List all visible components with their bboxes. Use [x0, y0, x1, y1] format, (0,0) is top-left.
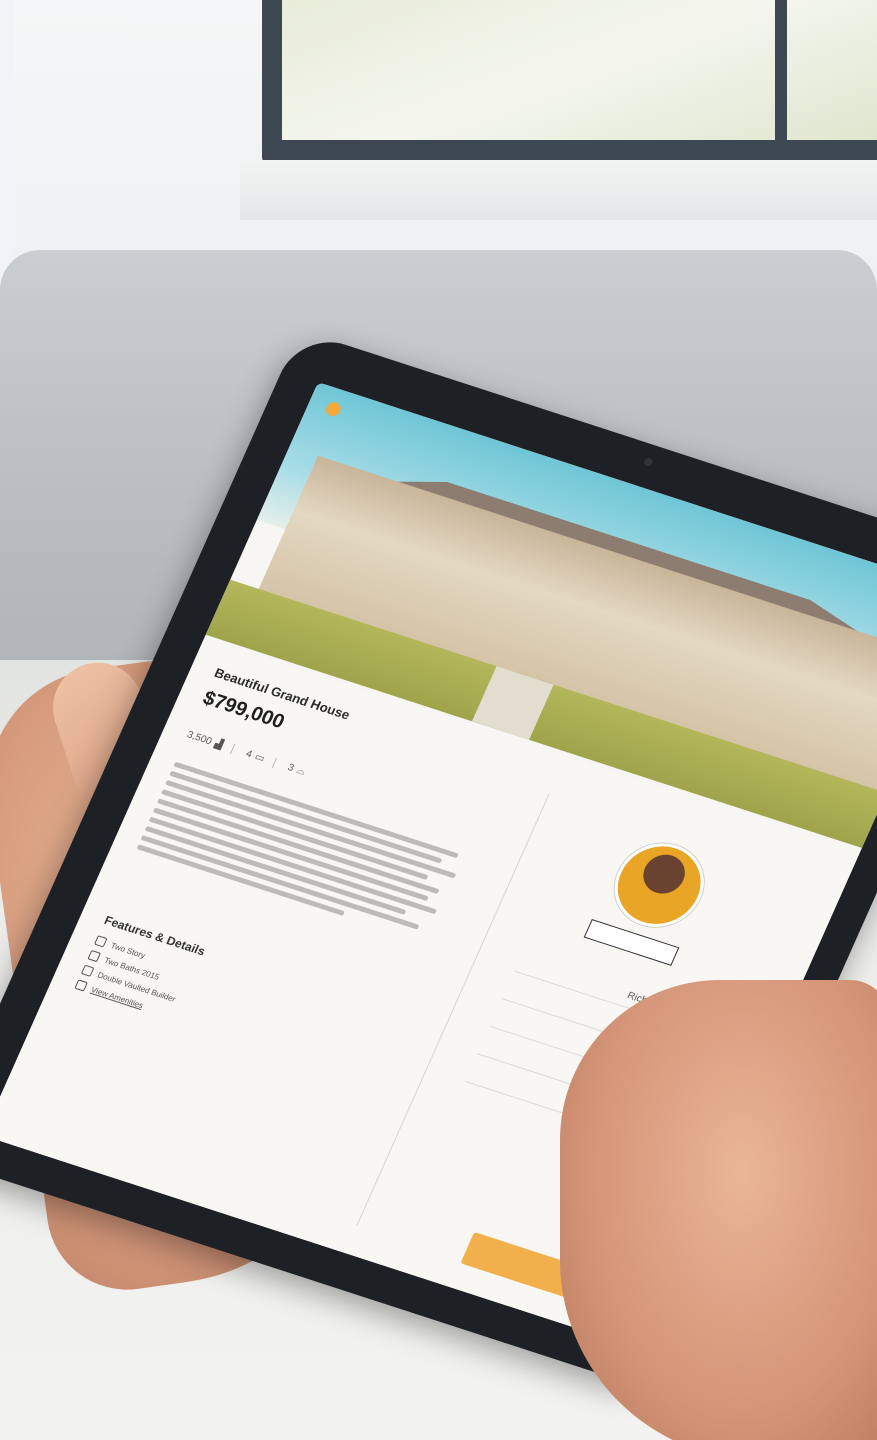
link-icon: [74, 979, 88, 992]
bath-icon: ⌓: [295, 764, 308, 778]
stat-baths-value: 3: [285, 761, 296, 774]
stat-baths: 3 ⌓: [286, 762, 317, 781]
features-list: Two Story Two Baths 2015 Double Vaulted …: [72, 935, 288, 1056]
tablet-camera: [642, 457, 654, 468]
right-hand: [560, 980, 877, 1440]
home-icon: [93, 935, 108, 948]
window-sill: [240, 160, 877, 220]
window-glass: [282, 0, 877, 140]
stat-sqft: 3,500 ▟: [185, 728, 236, 754]
listing-description: [116, 757, 472, 991]
bath-icon: [87, 949, 102, 963]
stat-beds: 4 ▭: [244, 748, 278, 768]
bed-icon: ▭: [253, 751, 267, 765]
agent-avatar: [600, 832, 718, 938]
building-icon: [80, 964, 95, 977]
stat-beds-value: 4: [244, 748, 254, 760]
ruler-icon: ▟: [212, 737, 225, 751]
photo-scene: Beautiful Grand House $799,000 3,500 ▟ 4…: [0, 0, 877, 1440]
stat-sqft-value: 3,500: [185, 728, 214, 747]
window-mullion: [775, 0, 787, 140]
